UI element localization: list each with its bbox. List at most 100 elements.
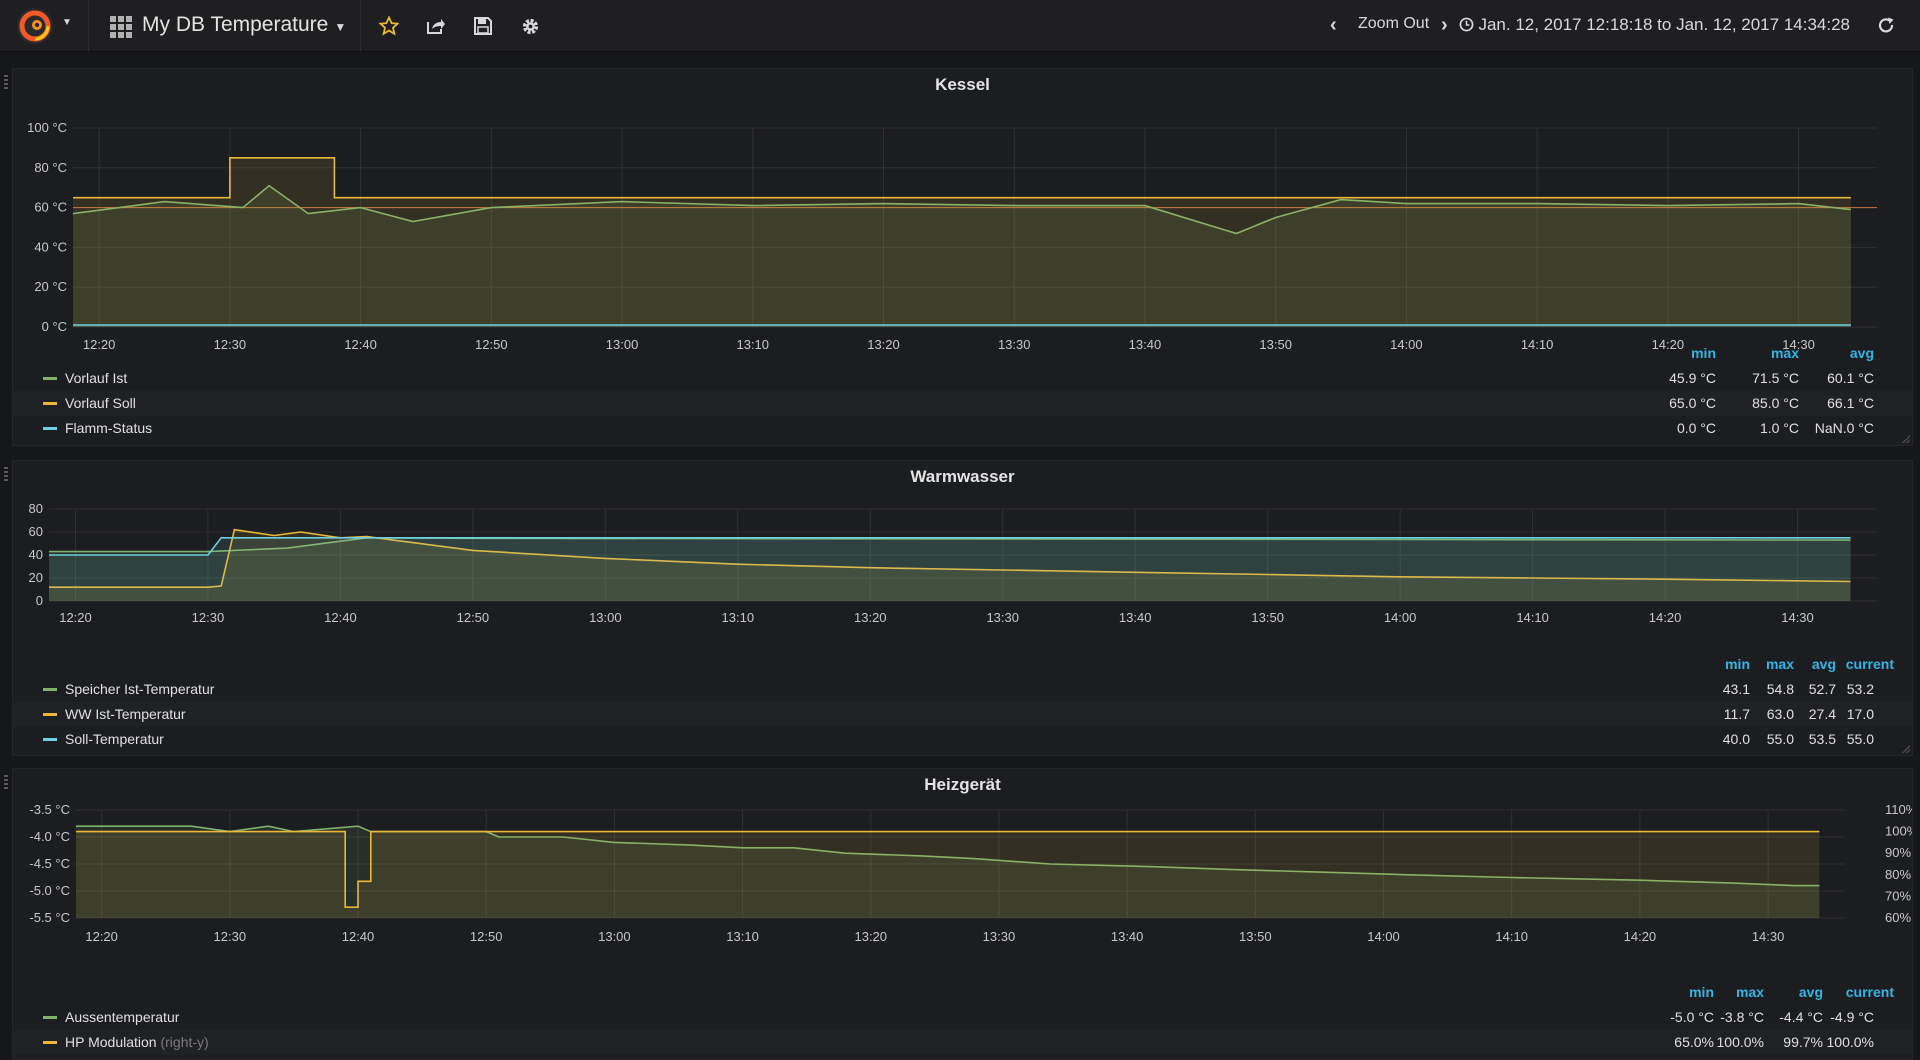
heizgeraet-graph[interactable]: -5.5 °C -5.0 °C -4.5 °C -4.0 °C -3.5 °C 60% 70… [13,799,1912,979]
panel-resize-handle-icon[interactable] [1902,435,1910,443]
x-tick-label: 13:40 [1111,929,1144,944]
y-tick-label: 60 °C [34,200,67,215]
chevron-down-icon[interactable]: ▼ [334,20,346,34]
zoom-out-button[interactable]: Zoom Out [1358,15,1429,33]
legend-item[interactable]: WW Ist-Temperatur 11.7 63.0 27.4 17.0 [13,702,1912,727]
legend-header: min max avg current [13,652,1912,677]
panel-title[interactable]: Kessel [13,75,1912,95]
dashboard-picker[interactable]: My DB Temperature ▼ [89,0,361,52]
series-max: 55.0 [1766,731,1794,747]
x-tick-label: 14:10 [1495,929,1528,944]
refresh-icon[interactable] [1877,17,1895,35]
series-color-swatch[interactable] [43,688,57,691]
x-tick-label: 13:00 [589,610,622,625]
series-color-swatch[interactable] [43,1016,57,1019]
series-min: 0.0 °C [1676,420,1716,436]
series-current: 55.0 [1846,731,1874,747]
panel-resize-handle-icon[interactable] [1902,745,1910,753]
star-button[interactable] [375,13,403,39]
legend-header-current[interactable]: current [1846,984,1894,1000]
x-tick-label: 14:30 [1781,610,1814,625]
legend-header-min[interactable]: min [1691,345,1716,361]
y-tick-label: 80 [29,501,43,516]
legend-item[interactable]: HP Modulation (right-y) 65.0% 100.0% 99.… [13,1030,1912,1055]
legend-header-avg[interactable]: avg [1799,984,1823,1000]
series-name[interactable]: Soll-Temperatur [65,731,164,747]
save-button[interactable] [469,13,497,39]
panel-title[interactable]: Warmwasser [13,467,1912,487]
y-tick-label: 60 [29,524,43,539]
series-name[interactable]: Vorlauf Ist [65,370,127,386]
menu-caret-icon[interactable]: ▼ [62,17,72,28]
clock-icon [1459,17,1474,32]
series-name[interactable]: HP Modulation (right-y) [65,1034,209,1050]
grafana-menu[interactable]: ▼ [0,0,89,52]
series-color-swatch[interactable] [43,377,57,380]
y-tick-label: 40 [29,547,43,562]
time-from: Jan. 12, 2017 12:18:18 [1478,15,1653,34]
legend-header-max[interactable]: max [1771,345,1799,361]
time-range-picker[interactable]: Jan. 12, 2017 12:18:18 to Jan. 12, 2017 … [1459,15,1850,35]
series-max: 1.0 °C [1759,420,1799,436]
series-name[interactable]: Flamm-Status [65,420,152,436]
share-button[interactable] [422,13,450,39]
legend-header-avg[interactable]: avg [1812,656,1836,672]
x-tick-label: 12:50 [470,929,503,944]
legend-item[interactable]: Aussentemperatur -5.0 °C -3.8 °C -4.4 °C… [13,1005,1912,1030]
series-color-swatch[interactable] [43,713,57,716]
series-current: -4.9 °C [1830,1009,1874,1025]
x-tick-label: 14:10 [1516,610,1549,625]
warmwasser-graph[interactable]: 0 20 40 60 80 12:20 12:30 12:40 12:50 13:00 13:10 1… [13,491,1912,651]
series-name[interactable]: Speicher Ist-Temperatur [65,681,214,697]
series-min: 65.0% [1674,1034,1714,1050]
series-current: 17.0 [1846,706,1874,722]
save-icon[interactable] [474,17,492,35]
y-right-tick-label: 80% [1885,867,1911,882]
series-current: 100.0% [1826,1034,1874,1050]
share-icon[interactable] [426,16,446,36]
legend-item[interactable]: Speicher Ist-Temperatur 43.1 54.8 52.7 5… [13,677,1912,702]
settings-button[interactable] [516,13,544,39]
legend-header-min[interactable]: min [1689,984,1714,1000]
chevron-right-icon[interactable]: › [1441,14,1448,37]
series-min: 65.0 °C [1669,395,1716,411]
panel-drag-handle-icon[interactable] [4,775,8,789]
star-icon[interactable] [379,16,399,36]
panel-title[interactable]: Heizgerät [13,775,1912,795]
legend-item[interactable]: Vorlauf Ist 45.9 °C 71.5 °C 60.1 °C [13,366,1912,391]
refresh-button[interactable] [1872,13,1900,39]
x-tick-label: 14:20 [1649,610,1682,625]
grafana-logo-icon[interactable] [16,7,54,45]
x-tick-label: 13:50 [1239,929,1272,944]
legend-item[interactable]: Vorlauf Soll 65.0 °C 85.0 °C 66.1 °C [13,391,1912,416]
series-name[interactable]: WW Ist-Temperatur [65,706,186,722]
gear-icon[interactable] [521,17,540,36]
y-tick-label: 20 °C [34,279,67,294]
chevron-left-icon[interactable]: ‹ [1330,14,1337,37]
panel-drag-handle-icon[interactable] [4,467,8,481]
legend-header-max[interactable]: max [1766,656,1794,672]
legend-item[interactable]: Flamm-Status 0.0 °C 1.0 °C NaN.0 °C [13,416,1912,441]
y-tick-label: -4.0 °C [29,829,70,844]
series-color-swatch[interactable] [43,738,57,741]
legend-header-avg[interactable]: avg [1850,345,1874,361]
x-tick-label: 13:40 [1119,610,1152,625]
legend-item[interactable]: Soll-Temperatur 40.0 55.0 53.5 55.0 [13,727,1912,752]
series-color-swatch[interactable] [43,427,57,430]
series-max: 100.0% [1716,1034,1764,1050]
series-color-swatch[interactable] [43,1041,57,1044]
panel-drag-handle-icon[interactable] [4,75,8,89]
series-max: 63.0 [1766,706,1794,722]
legend-header-current[interactable]: current [1846,656,1894,672]
y-tick-label: -3.5 °C [29,802,70,817]
dashboard-title[interactable]: My DB Temperature ▼ [142,13,346,37]
panel-warmwasser: Warmwasser 0 20 40 60 80 12:20 12:30 12:40 12:50… [4,460,1913,756]
series-name[interactable]: Vorlauf Soll [65,395,136,411]
series-name[interactable]: Aussentemperatur [65,1009,179,1025]
y-tick-label: -4.5 °C [29,856,70,871]
legend-header-min[interactable]: min [1725,656,1750,672]
series-color-swatch[interactable] [43,402,57,405]
x-tick-label: 12:40 [324,610,357,625]
series-avg: 99.7% [1783,1034,1823,1050]
legend-header-max[interactable]: max [1736,984,1764,1000]
